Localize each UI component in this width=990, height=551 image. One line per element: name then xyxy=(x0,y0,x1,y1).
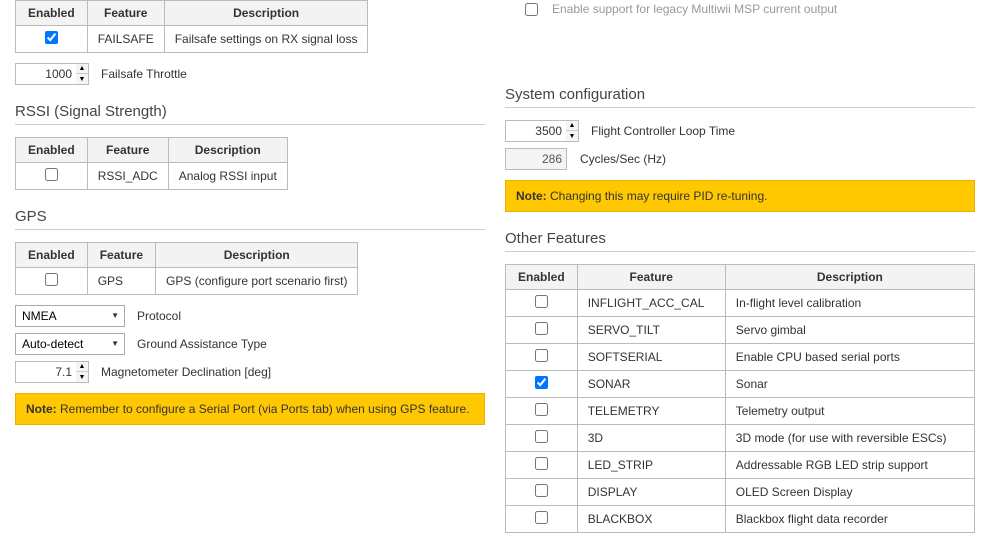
feature-desc: 3D mode (for use with reversible ESCs) xyxy=(725,425,974,452)
feature-desc: Addressable RGB LED strip support xyxy=(725,452,974,479)
gps-note: Note: Remember to configure a Serial Por… xyxy=(15,393,485,425)
feature-name: SOFTSERIAL xyxy=(577,344,725,371)
feature-desc: Sonar xyxy=(725,371,974,398)
gps-protocol-label: Protocol xyxy=(137,309,181,323)
feature-name: RSSI_ADC xyxy=(87,163,168,190)
feature-toggle[interactable] xyxy=(535,430,548,443)
failsafe-throttle-input[interactable] xyxy=(15,63,77,85)
legacy-msp-toggle[interactable] xyxy=(525,3,538,16)
feature-desc: Servo gimbal xyxy=(725,317,974,344)
other-title: Other Features xyxy=(505,230,975,252)
system-title: System configuration xyxy=(505,86,975,108)
feature-name: SERVO_TILT xyxy=(577,317,725,344)
feature-name: SONAR xyxy=(577,371,725,398)
feature-toggle[interactable] xyxy=(535,295,548,308)
table-row: FAILSAFE Failsafe settings on RX signal … xyxy=(16,26,368,53)
cycles-value: 286 xyxy=(505,148,567,170)
col-enabled: Enabled xyxy=(16,138,88,163)
rssi-table: Enabled Feature Description RSSI_ADC Ana… xyxy=(15,137,288,190)
feature-desc: OLED Screen Display xyxy=(725,479,974,506)
col-enabled: Enabled xyxy=(16,243,88,268)
failsafe-toggle[interactable] xyxy=(45,31,58,44)
legacy-msp-label: Enable support for legacy Multiwii MSP c… xyxy=(552,2,837,16)
table-row: DISPLAYOLED Screen Display xyxy=(506,479,975,506)
system-note: Note: Changing this may require PID re-t… xyxy=(505,180,975,212)
feature-desc: Blackbox flight data recorder xyxy=(725,506,974,533)
gps-mag-input[interactable] xyxy=(15,361,77,383)
feature-desc: GPS (configure port scenario first) xyxy=(156,268,358,295)
feature-name: TELEMETRY xyxy=(577,398,725,425)
gps-mag-label: Magnetometer Declination [deg] xyxy=(101,365,271,379)
failsafe-throttle-label: Failsafe Throttle xyxy=(101,67,187,81)
feature-name: DISPLAY xyxy=(577,479,725,506)
feature-name: BLACKBOX xyxy=(577,506,725,533)
gps-mag-spinner[interactable]: ▲▼ xyxy=(76,361,89,383)
rssi-toggle[interactable] xyxy=(45,168,58,181)
col-description: Description xyxy=(168,138,287,163)
feature-name: LED_STRIP xyxy=(577,452,725,479)
table-row: LED_STRIPAddressable RGB LED strip suppo… xyxy=(506,452,975,479)
other-features-table: Enabled Feature Description INFLIGHT_ACC… xyxy=(505,264,975,533)
feature-desc: Failsafe settings on RX signal loss xyxy=(164,26,368,53)
feature-toggle[interactable] xyxy=(535,457,548,470)
loop-time-input[interactable] xyxy=(505,120,567,142)
feature-name: INFLIGHT_ACC_CAL xyxy=(577,290,725,317)
failsafe-table: Enabled Feature Description FAILSAFE Fai… xyxy=(15,0,368,53)
feature-desc: Telemetry output xyxy=(725,398,974,425)
col-description: Description xyxy=(725,265,974,290)
feature-toggle[interactable] xyxy=(535,322,548,335)
cycles-label: Cycles/Sec (Hz) xyxy=(580,152,666,166)
table-row: GPS GPS (configure port scenario first) xyxy=(16,268,358,295)
table-row: SONARSonar xyxy=(506,371,975,398)
feature-toggle[interactable] xyxy=(535,403,548,416)
feature-name: GPS xyxy=(87,268,155,295)
failsafe-throttle-spinner[interactable]: ▲▼ xyxy=(76,63,89,85)
col-enabled: Enabled xyxy=(506,265,578,290)
col-description: Description xyxy=(156,243,358,268)
feature-desc: Analog RSSI input xyxy=(168,163,287,190)
gps-ground-select[interactable]: Auto-detect xyxy=(15,333,125,355)
col-feature: Feature xyxy=(87,1,164,26)
feature-toggle[interactable] xyxy=(535,376,548,389)
gps-toggle[interactable] xyxy=(45,273,58,286)
table-row: SOFTSERIALEnable CPU based serial ports xyxy=(506,344,975,371)
col-enabled: Enabled xyxy=(16,1,88,26)
rssi-title: RSSI (Signal Strength) xyxy=(15,103,485,125)
feature-desc: Enable CPU based serial ports xyxy=(725,344,974,371)
legacy-msp-row: Enable support for legacy Multiwii MSP c… xyxy=(505,0,975,16)
col-feature: Feature xyxy=(577,265,725,290)
table-row: INFLIGHT_ACC_CALIn-flight level calibrat… xyxy=(506,290,975,317)
feature-toggle[interactable] xyxy=(535,349,548,362)
gps-title: GPS xyxy=(15,208,485,230)
feature-desc: In-flight level calibration xyxy=(725,290,974,317)
loop-time-label: Flight Controller Loop Time xyxy=(591,124,735,138)
feature-toggle[interactable] xyxy=(535,511,548,524)
col-feature: Feature xyxy=(87,243,155,268)
table-row: TELEMETRYTelemetry output xyxy=(506,398,975,425)
gps-ground-label: Ground Assistance Type xyxy=(137,337,267,351)
feature-name: 3D xyxy=(577,425,725,452)
table-row: SERVO_TILTServo gimbal xyxy=(506,317,975,344)
feature-toggle[interactable] xyxy=(535,484,548,497)
col-feature: Feature xyxy=(87,138,168,163)
gps-protocol-select[interactable]: NMEA xyxy=(15,305,125,327)
table-row: 3D3D mode (for use with reversible ESCs) xyxy=(506,425,975,452)
col-description: Description xyxy=(164,1,368,26)
table-row: RSSI_ADC Analog RSSI input xyxy=(16,163,288,190)
feature-name: FAILSAFE xyxy=(87,26,164,53)
table-row: BLACKBOXBlackbox flight data recorder xyxy=(506,506,975,533)
gps-table: Enabled Feature Description GPS GPS (con… xyxy=(15,242,358,295)
loop-time-spinner[interactable]: ▲▼ xyxy=(566,120,579,142)
